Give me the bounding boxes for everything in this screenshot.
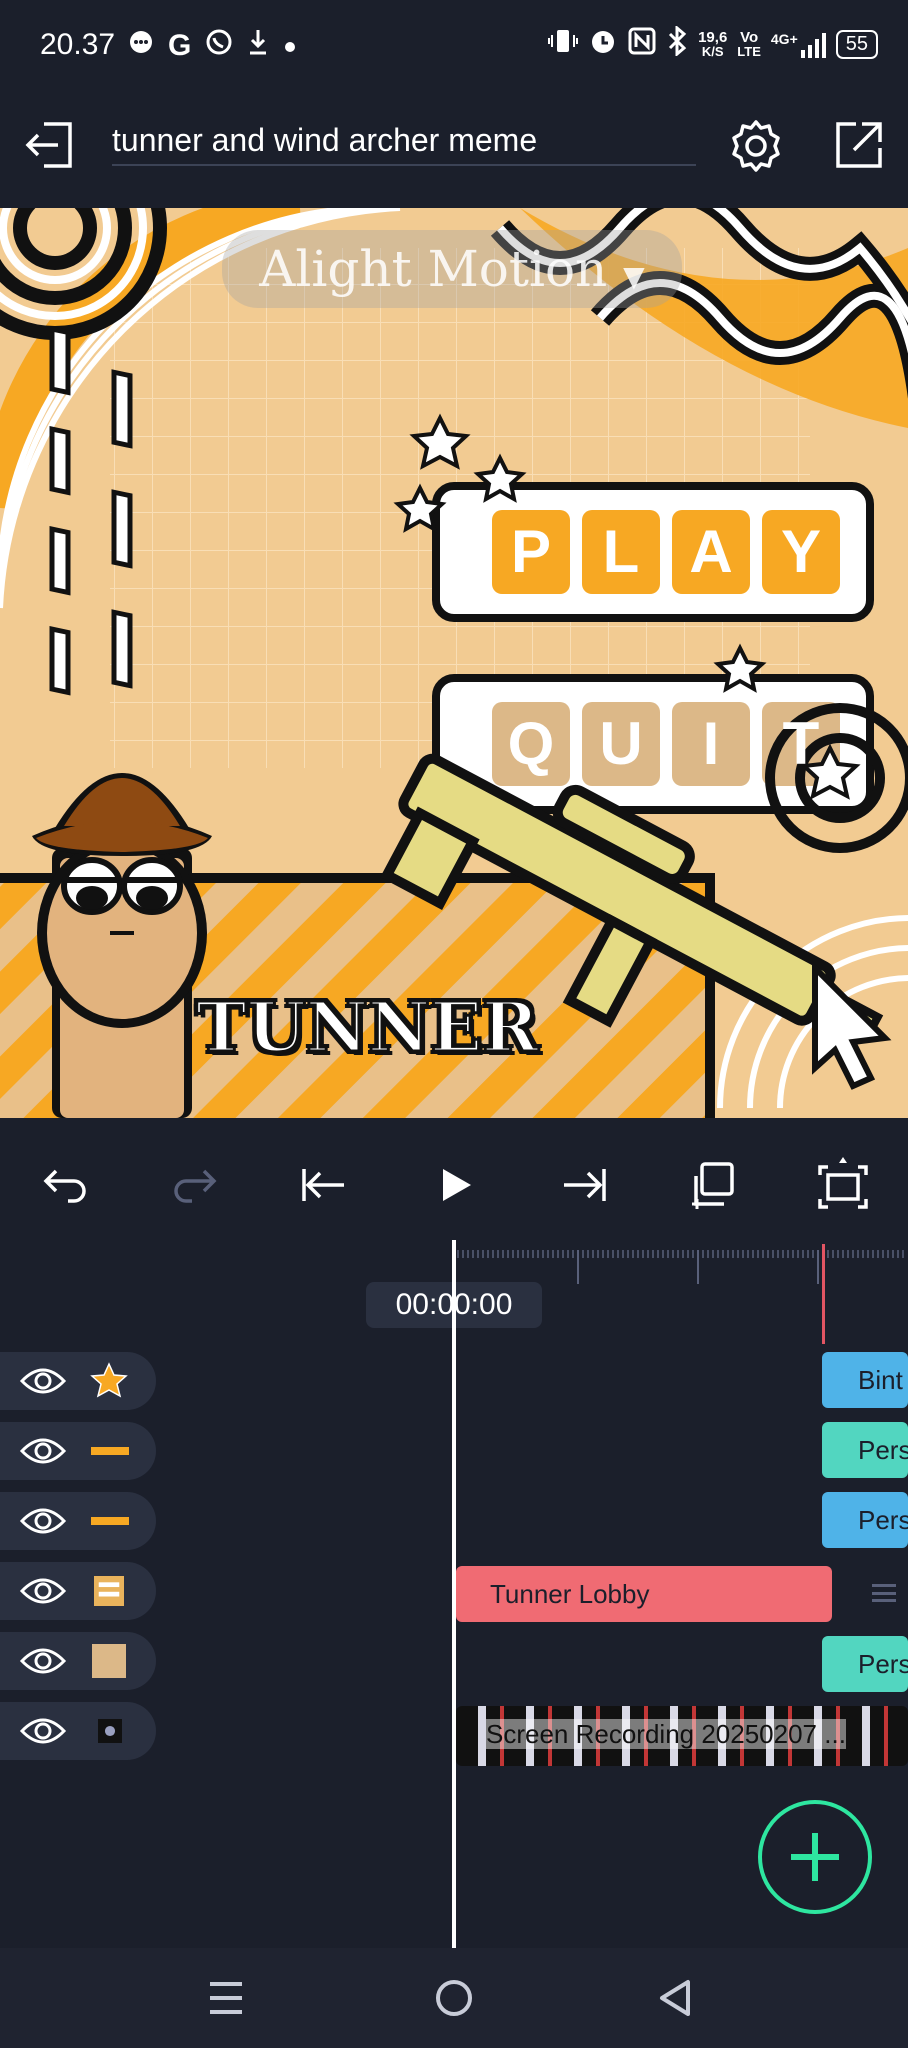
clip-screen-recording[interactable]: Screen Recording 20250207 ... [456, 1706, 908, 1766]
layer-control[interactable] [0, 1352, 156, 1410]
eye-icon[interactable] [20, 1716, 66, 1746]
play-icon [443, 1169, 471, 1201]
quit-letter: T [782, 710, 820, 777]
fullscreen-icon [818, 1157, 868, 1209]
alight-motion-watermark[interactable]: Alight Motion ▼ [222, 230, 682, 308]
add-keyframe-button[interactable] [678, 1150, 748, 1220]
jump-to-start-button[interactable] [288, 1150, 358, 1220]
google-icon: G [168, 28, 192, 62]
eye-icon[interactable] [20, 1506, 66, 1536]
clip-pers[interactable]: Pers [822, 1636, 908, 1692]
home-button[interactable] [432, 1976, 476, 2020]
layer-control[interactable] [0, 1702, 156, 1760]
star-thumbnail-icon [90, 1362, 128, 1398]
undo-button[interactable] [30, 1150, 100, 1220]
system-navigation-bar [0, 1948, 908, 2048]
image-thumbnail-icon [94, 1576, 124, 1606]
chat-icon [128, 29, 154, 62]
clip-tunner-lobby[interactable]: Tunner Lobby [456, 1566, 832, 1622]
clip-label: Pers [858, 1649, 908, 1679]
share-export-button[interactable] [830, 116, 888, 174]
status-bar: 20.37 G 19,6 K/S Vo LTE 4G+ 55 [0, 0, 908, 90]
signal-icon: 4G+ [771, 32, 826, 58]
tunner-character [32, 773, 212, 1118]
clip-label: Bint [858, 1365, 903, 1395]
play-letter: P [510, 518, 552, 585]
battery-indicator: 55 [835, 30, 878, 59]
plus-icon [791, 1833, 839, 1881]
alarm-icon [588, 26, 618, 63]
timeline-ruler[interactable] [456, 1244, 908, 1284]
project-title-input[interactable]: tunner and wind archer meme [112, 120, 696, 166]
quit-letter: Q [507, 710, 555, 777]
layer-control[interactable] [0, 1562, 156, 1620]
redo-icon [174, 1169, 217, 1203]
clip-bint[interactable]: Bint [822, 1352, 908, 1408]
system-icons: 19,6 K/S Vo LTE 4G+ 55 [548, 24, 878, 63]
volte-indicator: Vo LTE [737, 28, 761, 59]
eye-icon[interactable] [20, 1436, 66, 1466]
playhead[interactable] [452, 1240, 456, 1948]
exit-button[interactable] [22, 116, 80, 174]
vibrate-icon [548, 27, 579, 62]
clip-pers[interactable]: Pers [822, 1422, 908, 1478]
gear-icon [732, 120, 780, 172]
play-letter: L [602, 518, 640, 585]
chevron-down-icon: ▼ [623, 260, 645, 293]
download-icon [247, 28, 269, 63]
quit-letter: U [599, 710, 643, 777]
video-preview-canvas[interactable]: Alight Motion ▼ P L A Y Q U I T TUNNER [0, 208, 908, 1118]
back-button[interactable] [656, 1976, 696, 2020]
play-letter: Y [780, 518, 822, 585]
status-time: 20.37 [40, 28, 116, 61]
layer-control[interactable] [0, 1632, 156, 1690]
layer-control[interactable] [0, 1422, 156, 1480]
skip-start-icon [302, 1169, 344, 1201]
character-name-text: TUNNER [195, 987, 541, 1070]
eye-icon[interactable] [20, 1576, 66, 1606]
bar-thumbnail-icon [91, 1517, 129, 1525]
undo-icon [43, 1169, 86, 1203]
eye-icon[interactable] [20, 1366, 66, 1396]
play-button[interactable] [420, 1150, 490, 1220]
home-circle-icon [436, 1980, 472, 2016]
bar-thumbnail-icon [91, 1447, 129, 1455]
skip-end-icon [564, 1169, 606, 1201]
fullscreen-button[interactable] [808, 1150, 878, 1220]
recents-button[interactable] [206, 1976, 246, 2020]
timeline-end-marker [822, 1244, 825, 1344]
back-triangle-icon [660, 1980, 690, 2016]
settings-button[interactable] [726, 116, 786, 176]
play-letters: P L A Y [492, 510, 840, 594]
nfc-icon [628, 27, 656, 62]
clip-label: Tunner Lobby [490, 1579, 650, 1609]
redo-button[interactable] [160, 1150, 230, 1220]
play-letter: A [689, 518, 733, 585]
bluetooth-icon [666, 24, 688, 63]
dot-icon [283, 30, 297, 61]
add-layer-button[interactable] [758, 1800, 872, 1914]
whatsapp-icon [205, 28, 233, 63]
copy-plus-icon [692, 1162, 734, 1209]
quit-letter: I [702, 710, 720, 777]
video-thumbnail-icon [98, 1719, 122, 1743]
drag-handle-icon[interactable] [872, 1584, 896, 1602]
watermark-text: Alight Motion [259, 240, 608, 298]
export-icon [836, 122, 882, 168]
canvas-artwork [0, 208, 908, 1118]
eye-icon[interactable] [20, 1646, 66, 1676]
clip-pers[interactable]: Pers [822, 1492, 908, 1548]
layer-control[interactable] [0, 1492, 156, 1550]
rect-thumbnail-icon [92, 1644, 126, 1678]
menu-icon [210, 1982, 242, 2014]
clip-label: Pers [858, 1505, 908, 1535]
notification-icons: G [128, 28, 297, 63]
app-header: tunner and wind archer meme [0, 90, 908, 208]
exit-icon [25, 122, 72, 168]
data-rate: 19,6 K/S [698, 28, 728, 59]
quit-letters: Q U I T [492, 702, 840, 786]
clip-label: Screen Recording 20250207 ... [486, 1719, 846, 1749]
jump-to-end-button[interactable] [550, 1150, 620, 1220]
clip-label: Pers [858, 1435, 908, 1465]
